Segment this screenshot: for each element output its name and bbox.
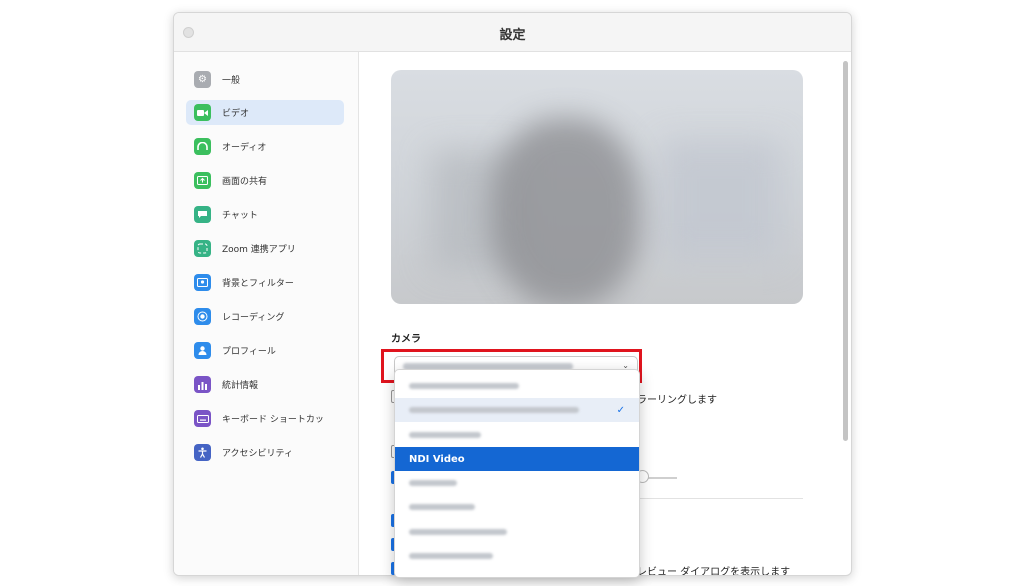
camera-preview	[391, 70, 803, 304]
mirroring-label: ミラーリングします	[627, 395, 717, 406]
sidebar-item-share-screen[interactable]: 画面の共有	[186, 168, 344, 193]
sidebar-item-video[interactable]: ビデオ	[186, 100, 344, 125]
camera-option-selected[interactable]: ✓	[395, 398, 639, 422]
video-icon	[194, 104, 211, 121]
camera-option[interactable]	[395, 423, 639, 447]
vertical-scrollbar[interactable]	[843, 61, 848, 441]
camera-option-label-blurred	[409, 407, 579, 413]
camera-option[interactable]	[395, 520, 639, 544]
sidebar-item-accessibility[interactable]: アクセシビリティ	[186, 440, 344, 465]
camera-option[interactable]	[395, 471, 639, 495]
camera-option-label-blurred	[409, 553, 493, 559]
sidebar-item-label: 一般	[222, 76, 241, 86]
camera-section-label: カメラ	[391, 334, 421, 345]
sidebar-item-label: オーディオ	[222, 143, 267, 153]
preview-dialog-label: プレビュー ダイアログを表示します	[627, 567, 791, 576]
camera-dropdown-menu: ✓ NDI Video	[394, 369, 640, 578]
sidebar-item-background[interactable]: 背景とフィルター	[186, 270, 344, 295]
sidebar-item-label: 背景とフィルター	[222, 279, 294, 289]
sidebar-item-label: プロフィール	[222, 347, 276, 357]
sidebar-item-profile[interactable]: プロフィール	[186, 338, 344, 363]
camera-option[interactable]	[395, 495, 639, 519]
sidebar-item-zoom-apps[interactable]: Zoom 連携アプリ	[186, 236, 344, 261]
camera-option-label-blurred	[409, 432, 481, 438]
share-screen-icon	[194, 172, 211, 189]
preview-blur-person	[491, 118, 641, 304]
sidebar-item-label: アクセシビリティ	[222, 449, 294, 459]
sidebar-item-label: 統計情報	[222, 381, 259, 391]
profile-icon	[194, 342, 211, 359]
sidebar-item-audio[interactable]: オーディオ	[186, 134, 344, 159]
chat-icon	[194, 206, 211, 223]
camera-option-label-blurred	[409, 529, 507, 535]
keyboard-icon	[194, 410, 211, 427]
settings-sidebar: ⚙ 一般 ビデオ オーディオ 画面の共有 チャット Zoom 連携アプリ 背景と…	[174, 52, 359, 575]
sidebar-item-general[interactable]: ⚙ 一般	[186, 67, 344, 92]
stats-icon	[194, 376, 211, 393]
record-icon	[194, 308, 211, 325]
camera-option-label-blurred	[409, 383, 519, 389]
sidebar-item-label: キーボード ショートカッ	[222, 415, 324, 425]
camera-option-label-blurred	[409, 504, 475, 510]
accessibility-icon	[194, 444, 211, 461]
sidebar-item-label: 画面の共有	[222, 177, 268, 187]
headphones-icon	[194, 138, 211, 155]
camera-option[interactable]	[395, 544, 639, 568]
apps-icon	[194, 240, 211, 257]
sidebar-item-chat[interactable]: チャット	[186, 202, 344, 227]
sidebar-item-keyboard-shortcuts[interactable]: キーボード ショートカッ	[186, 406, 344, 431]
camera-option[interactable]	[395, 374, 639, 398]
sidebar-item-statistics[interactable]: 統計情報	[186, 372, 344, 397]
sidebar-item-recording[interactable]: レコーディング	[186, 304, 344, 329]
background-icon	[194, 274, 211, 291]
window-title: 設定	[499, 28, 526, 43]
sidebar-item-label: チャット	[222, 211, 258, 221]
section-divider	[629, 498, 803, 499]
sidebar-item-label: Zoom 連携アプリ	[222, 245, 296, 255]
checkmark-icon: ✓	[616, 404, 625, 416]
title-bar: 設定	[174, 13, 851, 52]
camera-option-label-blurred	[409, 480, 457, 486]
preview-blur-right	[661, 140, 781, 260]
camera-option-ndi-video[interactable]: NDI Video	[395, 447, 639, 471]
sidebar-item-label: レコーディング	[222, 313, 285, 323]
camera-option-label: NDI Video	[409, 453, 465, 465]
gear-icon: ⚙	[194, 71, 211, 88]
sidebar-item-label: ビデオ	[222, 109, 250, 119]
